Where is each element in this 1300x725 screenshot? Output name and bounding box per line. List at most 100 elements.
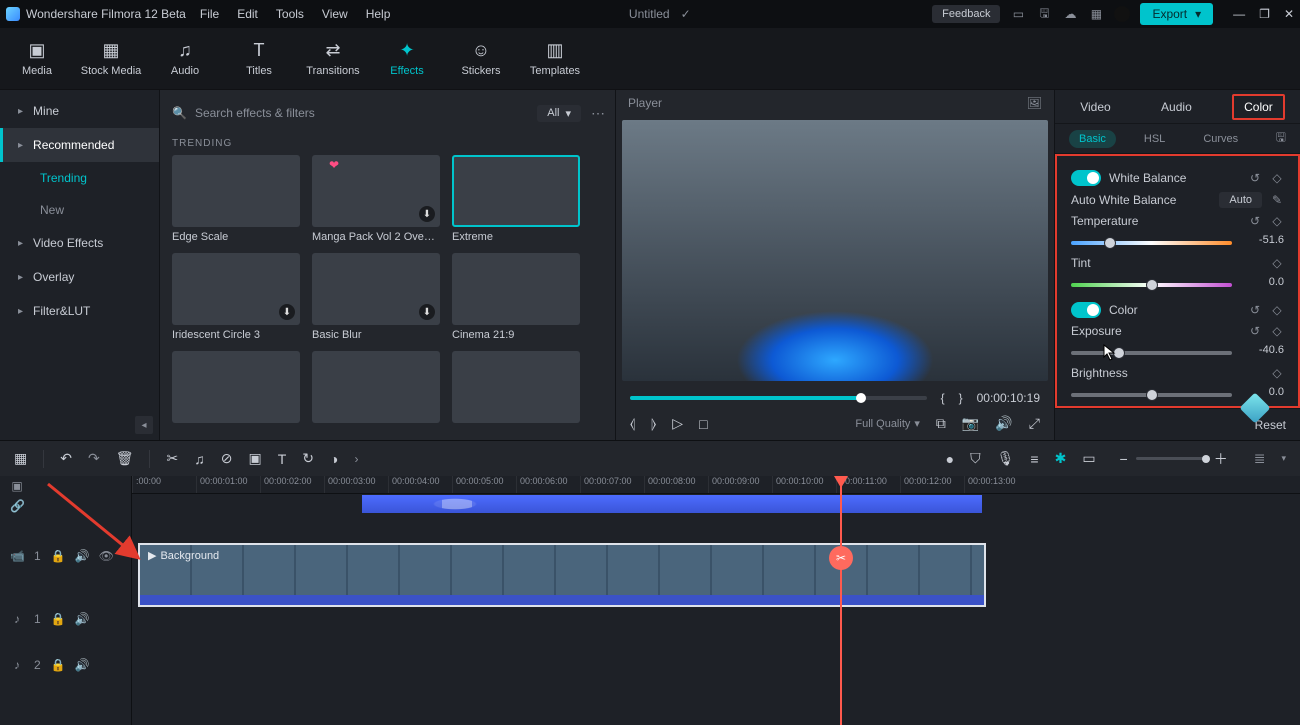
- redo-button[interactable]: ↷: [88, 450, 100, 467]
- effect-card-basic-blur[interactable]: ⬇ Basic Blur: [312, 253, 442, 341]
- keyframe-icon[interactable]: ◇: [1270, 171, 1284, 185]
- progress-thumb[interactable]: [856, 393, 866, 403]
- cat-overlay[interactable]: ▸ Overlay: [0, 260, 159, 294]
- menu-file[interactable]: File: [200, 7, 219, 21]
- tint-value[interactable]: 0.0: [1242, 276, 1284, 288]
- mark-in-brace[interactable]: {: [941, 391, 945, 405]
- frame-icon[interactable]: ▭: [1082, 450, 1095, 467]
- tab-templates[interactable]: ▥ Templates: [518, 28, 592, 90]
- subtab-basic[interactable]: Basic: [1069, 130, 1116, 148]
- tab-effects[interactable]: ✦ Effects: [370, 28, 444, 90]
- text-icon[interactable]: T: [278, 451, 287, 467]
- effect-card-manga-pack[interactable]: ❤ ⬇ Manga Pack Vol 2 Ove…: [312, 155, 442, 243]
- marker-shield-icon[interactable]: ⛉: [970, 450, 981, 467]
- exposure-slider[interactable]: [1071, 351, 1232, 355]
- menu-edit[interactable]: Edit: [237, 7, 258, 21]
- tab-titles[interactable]: T Titles: [222, 28, 296, 90]
- window-minimize[interactable]: —: [1233, 7, 1245, 21]
- tint-slider[interactable]: [1071, 283, 1232, 287]
- subcat-new[interactable]: New: [0, 194, 159, 226]
- cloud-icon[interactable]: ☁: [1062, 6, 1078, 22]
- menu-view[interactable]: View: [322, 7, 348, 21]
- picture-mode-icon[interactable]: 🖼: [1027, 96, 1042, 110]
- quality-dropdown[interactable]: Full Quality ▾: [855, 417, 920, 430]
- snapshot-icon[interactable]: 📷: [962, 415, 979, 432]
- brightness-value[interactable]: 0.0: [1242, 386, 1284, 398]
- tab-stickers[interactable]: ☺ Stickers: [444, 28, 518, 90]
- exposure-value[interactable]: -40.6: [1242, 344, 1284, 356]
- lock-icon[interactable]: 🔒: [51, 612, 65, 626]
- keyframe-icon[interactable]: ◇: [1270, 366, 1284, 380]
- playhead[interactable]: ✂: [840, 476, 842, 725]
- reset-icon[interactable]: ↺: [1248, 171, 1262, 185]
- effect-card-cinema[interactable]: Cinema 21:9: [452, 253, 582, 341]
- undo-button[interactable]: ↶: [60, 450, 72, 467]
- tab-audio[interactable]: ♫ Audio: [148, 28, 222, 90]
- more-tools-icon[interactable]: ›: [354, 452, 358, 466]
- menu-tools[interactable]: Tools: [276, 7, 304, 21]
- eyedropper-icon[interactable]: ✎: [1270, 193, 1284, 207]
- timeline-ruler[interactable]: :00:00 00:00:01:00 00:00:02:00 00:00:03:…: [132, 476, 1300, 494]
- mark-out-brace[interactable]: }: [959, 391, 963, 405]
- subcat-trending[interactable]: Trending: [0, 162, 159, 194]
- cat-recommended[interactable]: ▸ Recommended: [0, 128, 159, 162]
- step-button[interactable]: ⦊: [651, 415, 656, 432]
- user-avatar[interactable]: [1114, 6, 1130, 22]
- effect-card-extra-2[interactable]: [312, 351, 442, 423]
- lock-icon[interactable]: 🔒: [51, 658, 65, 672]
- speaker-icon[interactable]: 🔊: [75, 612, 89, 626]
- export-button[interactable]: Export ▾: [1140, 3, 1213, 25]
- lock-icon[interactable]: 🔒: [51, 549, 65, 563]
- video-clip[interactable]: ▶ Background: [138, 543, 986, 607]
- stop-button[interactable]: □: [699, 416, 707, 432]
- cat-filter-lut[interactable]: ▸ Filter&LUT: [0, 294, 159, 328]
- player-progress-bar[interactable]: [630, 396, 927, 400]
- effect-card-extreme[interactable]: Extreme: [452, 155, 582, 243]
- cat-mine[interactable]: ▸ Mine: [0, 94, 159, 128]
- top-audio-clip[interactable]: [362, 495, 982, 513]
- keyframe-icon[interactable]: ◇: [1270, 303, 1284, 317]
- cat-video-effects[interactable]: ▸ Video Effects: [0, 226, 159, 260]
- effect-card-extra-1[interactable]: [172, 351, 302, 423]
- reset-icon[interactable]: ↺: [1248, 303, 1262, 317]
- cast-icon[interactable]: ⧉: [936, 415, 946, 432]
- zoom-out-button[interactable]: −: [1120, 451, 1128, 467]
- color-icon[interactable]: ◑: [330, 451, 338, 467]
- filter-all-dropdown[interactable]: All ▾: [537, 105, 581, 122]
- timeline-lanes[interactable]: :00:00 00:00:01:00 00:00:02:00 00:00:03:…: [132, 476, 1300, 725]
- effect-card-edge-scale[interactable]: Edge Scale: [172, 155, 302, 243]
- timeline-tool-icon[interactable]: ▣: [10, 479, 24, 493]
- record-icon[interactable]: ●: [946, 451, 954, 467]
- effect-card-iridescent[interactable]: ⬇ Iridescent Circle 3: [172, 253, 302, 341]
- split-button[interactable]: ✂: [166, 450, 178, 467]
- search-input[interactable]: 🔍 Search effects & filters: [172, 106, 527, 120]
- speaker-icon[interactable]: 🔊: [75, 549, 89, 563]
- menu-help[interactable]: Help: [366, 7, 391, 21]
- reset-icon[interactable]: ↺: [1248, 214, 1262, 228]
- auto-wb-button[interactable]: Auto: [1219, 192, 1262, 208]
- speaker-icon[interactable]: 🔊: [75, 658, 89, 672]
- mixer-icon[interactable]: ≡: [1030, 451, 1038, 467]
- delete-button[interactable]: 🗑: [116, 450, 134, 467]
- preset-save-icon[interactable]: 🖫: [1276, 128, 1286, 149]
- tab-stock-media[interactable]: ▦ Stock Media: [74, 28, 148, 90]
- collapse-sidebar-button[interactable]: ◂: [135, 416, 153, 434]
- temperature-slider[interactable]: [1071, 241, 1232, 245]
- expand-icon[interactable]: ⤢: [1029, 415, 1040, 432]
- color-toggle[interactable]: [1071, 302, 1101, 318]
- prev-frame-button[interactable]: ⦉: [630, 415, 635, 432]
- keyframe-icon[interactable]: ◇: [1270, 256, 1284, 270]
- reset-icon[interactable]: ↺: [1248, 324, 1262, 338]
- tab-transitions[interactable]: ⇄ Transitions: [296, 28, 370, 90]
- save-icon[interactable]: 🖫: [1036, 6, 1052, 22]
- speaker-icon[interactable]: 🔊: [995, 415, 1012, 432]
- feedback-button[interactable]: Feedback: [932, 5, 1000, 23]
- disable-icon[interactable]: ⊘: [221, 450, 233, 467]
- inspector-tab-color[interactable]: Color: [1232, 94, 1285, 120]
- player-canvas[interactable]: [622, 120, 1048, 381]
- link-icon[interactable]: 🔗: [10, 499, 24, 513]
- apps-grid-icon[interactable]: ▦: [1088, 6, 1104, 22]
- ai-tool-icon[interactable]: ✱: [1055, 450, 1067, 467]
- inspector-tab-video[interactable]: Video: [1070, 96, 1120, 118]
- play-button[interactable]: ▷: [672, 415, 683, 432]
